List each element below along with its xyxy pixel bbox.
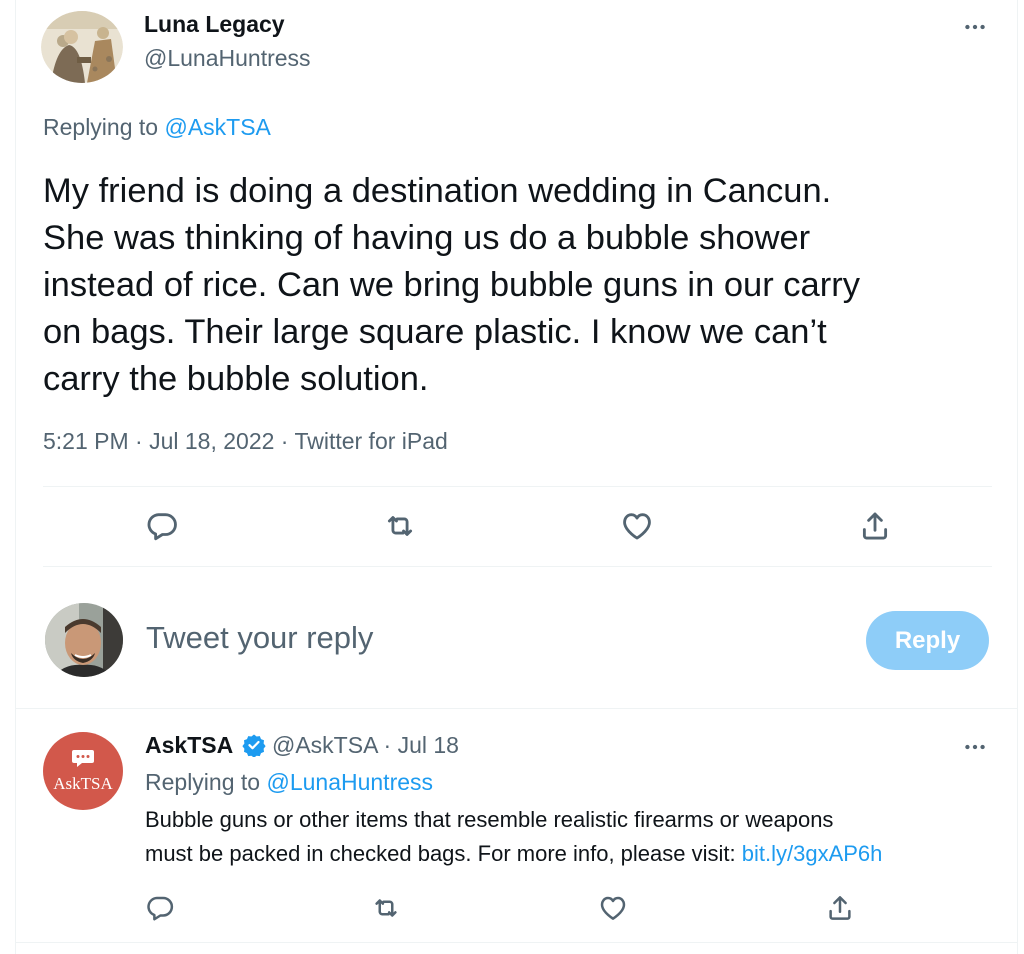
verified-badge-icon: [241, 734, 266, 758]
divider: [15, 942, 1018, 943]
divider: [43, 566, 992, 567]
reply-icon[interactable]: [140, 504, 184, 548]
reply-icon[interactable]: [138, 886, 182, 930]
more-options-icon[interactable]: [960, 732, 990, 762]
retweet-icon[interactable]: [378, 504, 422, 548]
tweet-meta[interactable]: 5:21 PM · Jul 18, 2022 · Twitter for iPa…: [43, 428, 448, 455]
reply-author-handle[interactable]: @AskTSA: [272, 732, 377, 758]
reply-input[interactable]: Tweet your reply: [146, 620, 373, 656]
like-icon[interactable]: [615, 504, 659, 548]
asktsa-avatar[interactable]: AskTSA: [43, 732, 123, 810]
user-avatar[interactable]: [45, 603, 123, 677]
author-handle[interactable]: @LunaHuntress: [144, 45, 311, 72]
divider: [15, 708, 1018, 709]
more-options-icon[interactable]: [960, 12, 990, 42]
tweet-text-line: carry the bubble solution.: [43, 360, 429, 398]
tweet-text-line: on bags. Their large square plastic. I k…: [43, 313, 827, 351]
share-icon[interactable]: [818, 886, 862, 930]
reply-author-row: AskTSA @AskTSA · Jul 18: [145, 732, 459, 759]
share-icon[interactable]: [853, 504, 897, 548]
tweet-text: My friend is doing a destination wedding…: [43, 168, 860, 403]
tweet-text-line: instead of rice. Can we bring bubble gun…: [43, 266, 860, 304]
tweet-text-line: She was thinking of having us do a bubbl…: [43, 219, 811, 257]
reply-button[interactable]: Reply: [866, 611, 989, 670]
reply-text-line: Bubble guns or other items that resemble…: [145, 807, 834, 832]
retweet-icon[interactable]: [364, 886, 408, 930]
left-border: [15, 0, 16, 954]
replying-to-link[interactable]: @AskTSA: [164, 114, 270, 140]
reply-date[interactable]: · Jul 18: [384, 732, 459, 758]
reply-text: must be packed in checked bags. For more…: [145, 841, 736, 866]
replying-to-link[interactable]: @LunaHuntress: [266, 769, 433, 795]
avatar-label: AskTSA: [53, 774, 113, 793]
reply-replying-to: Replying to @LunaHuntress: [145, 769, 433, 796]
replying-to: Replying to @AskTSA: [43, 114, 271, 141]
replying-prefix: Replying to: [145, 769, 261, 795]
reply-text-line-2: must be packed in checked bags. For more…: [145, 841, 882, 867]
author-name[interactable]: Luna Legacy: [144, 11, 285, 38]
reply-author-name[interactable]: AskTSA: [145, 732, 233, 758]
replying-prefix: Replying to: [43, 114, 159, 140]
divider: [43, 486, 992, 487]
chat-bubble-icon: [72, 750, 94, 767]
right-border: [1017, 0, 1018, 954]
like-icon[interactable]: [591, 886, 635, 930]
info-link[interactable]: bit.ly/3gxAP6h: [742, 841, 883, 866]
luna-avatar[interactable]: [41, 11, 123, 83]
tweet-text-line: My friend is doing a destination wedding…: [43, 172, 832, 210]
